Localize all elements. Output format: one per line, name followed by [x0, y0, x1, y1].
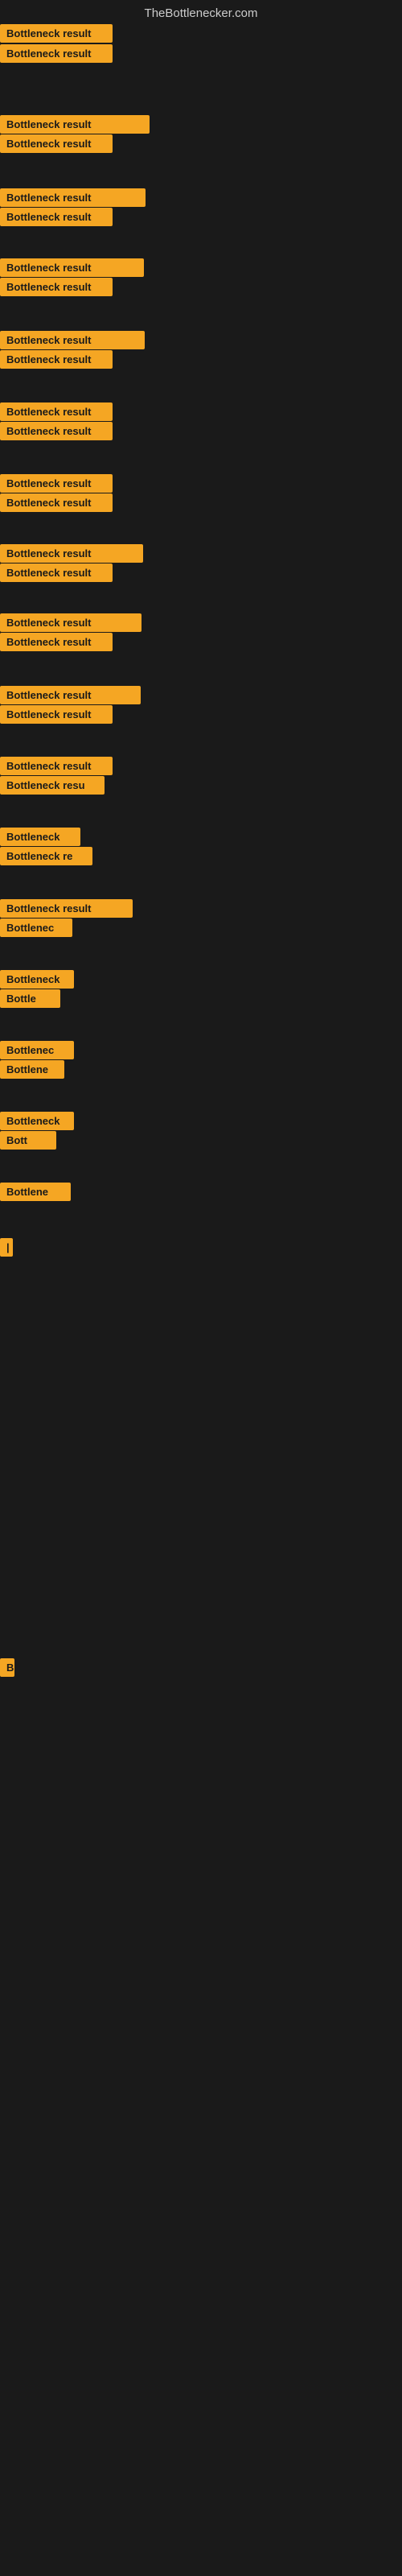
bottleneck-result-item: Bottleneck result: [0, 44, 113, 63]
bottleneck-result-item: Bottleneck result: [0, 278, 113, 296]
bottleneck-result-item: Bottleneck result: [0, 493, 113, 512]
bottleneck-result-item: Bottleneck result: [0, 686, 141, 704]
bottleneck-result-item: Bottleneck result: [0, 544, 143, 563]
bottleneck-result-item: |: [0, 1238, 13, 1257]
bottleneck-result-item: Bottleneck re: [0, 847, 92, 865]
bottleneck-result-item: Bottleneck result: [0, 564, 113, 582]
bottleneck-result-item: Bottleneck result: [0, 402, 113, 421]
bottleneck-result-item: B: [0, 1658, 14, 1677]
bottleneck-result-item: Bottleneck result: [0, 422, 113, 440]
bottleneck-result-item: Bottleneck result: [0, 188, 146, 207]
bottleneck-result-item: Bottleneck resu: [0, 776, 105, 795]
bottleneck-result-item: Bottleneck result: [0, 350, 113, 369]
bottleneck-result-item: Bottleneck result: [0, 331, 145, 349]
bottleneck-result-item: Bottleneck result: [0, 633, 113, 651]
bottleneck-result-item: Bottlene: [0, 1060, 64, 1079]
bottleneck-result-item: Bottleneck result: [0, 24, 113, 43]
bottleneck-result-item: Bottleneck result: [0, 757, 113, 775]
bottleneck-result-item: Bottleneck: [0, 1112, 74, 1130]
bottleneck-result-item: Bottlenec: [0, 1041, 74, 1059]
bottleneck-result-item: Bottlene: [0, 1183, 71, 1201]
bottleneck-result-item: Bottleneck: [0, 970, 74, 989]
bottleneck-result-item: Bottlenec: [0, 919, 72, 937]
bottleneck-result-item: Bottleneck result: [0, 705, 113, 724]
bottleneck-result-item: Bottleneck result: [0, 613, 142, 632]
bottleneck-result-item: Bottleneck result: [0, 208, 113, 226]
bottleneck-result-item: Bott: [0, 1131, 56, 1150]
bottleneck-result-item: Bottleneck result: [0, 115, 150, 134]
bottleneck-result-item: Bottleneck result: [0, 258, 144, 277]
bottleneck-result-item: Bottle: [0, 989, 60, 1008]
bottleneck-result-item: Bottleneck result: [0, 134, 113, 153]
bottleneck-result-item: Bottleneck result: [0, 899, 133, 918]
bottleneck-result-item: Bottleneck: [0, 828, 80, 846]
bottleneck-result-item: Bottleneck result: [0, 474, 113, 493]
